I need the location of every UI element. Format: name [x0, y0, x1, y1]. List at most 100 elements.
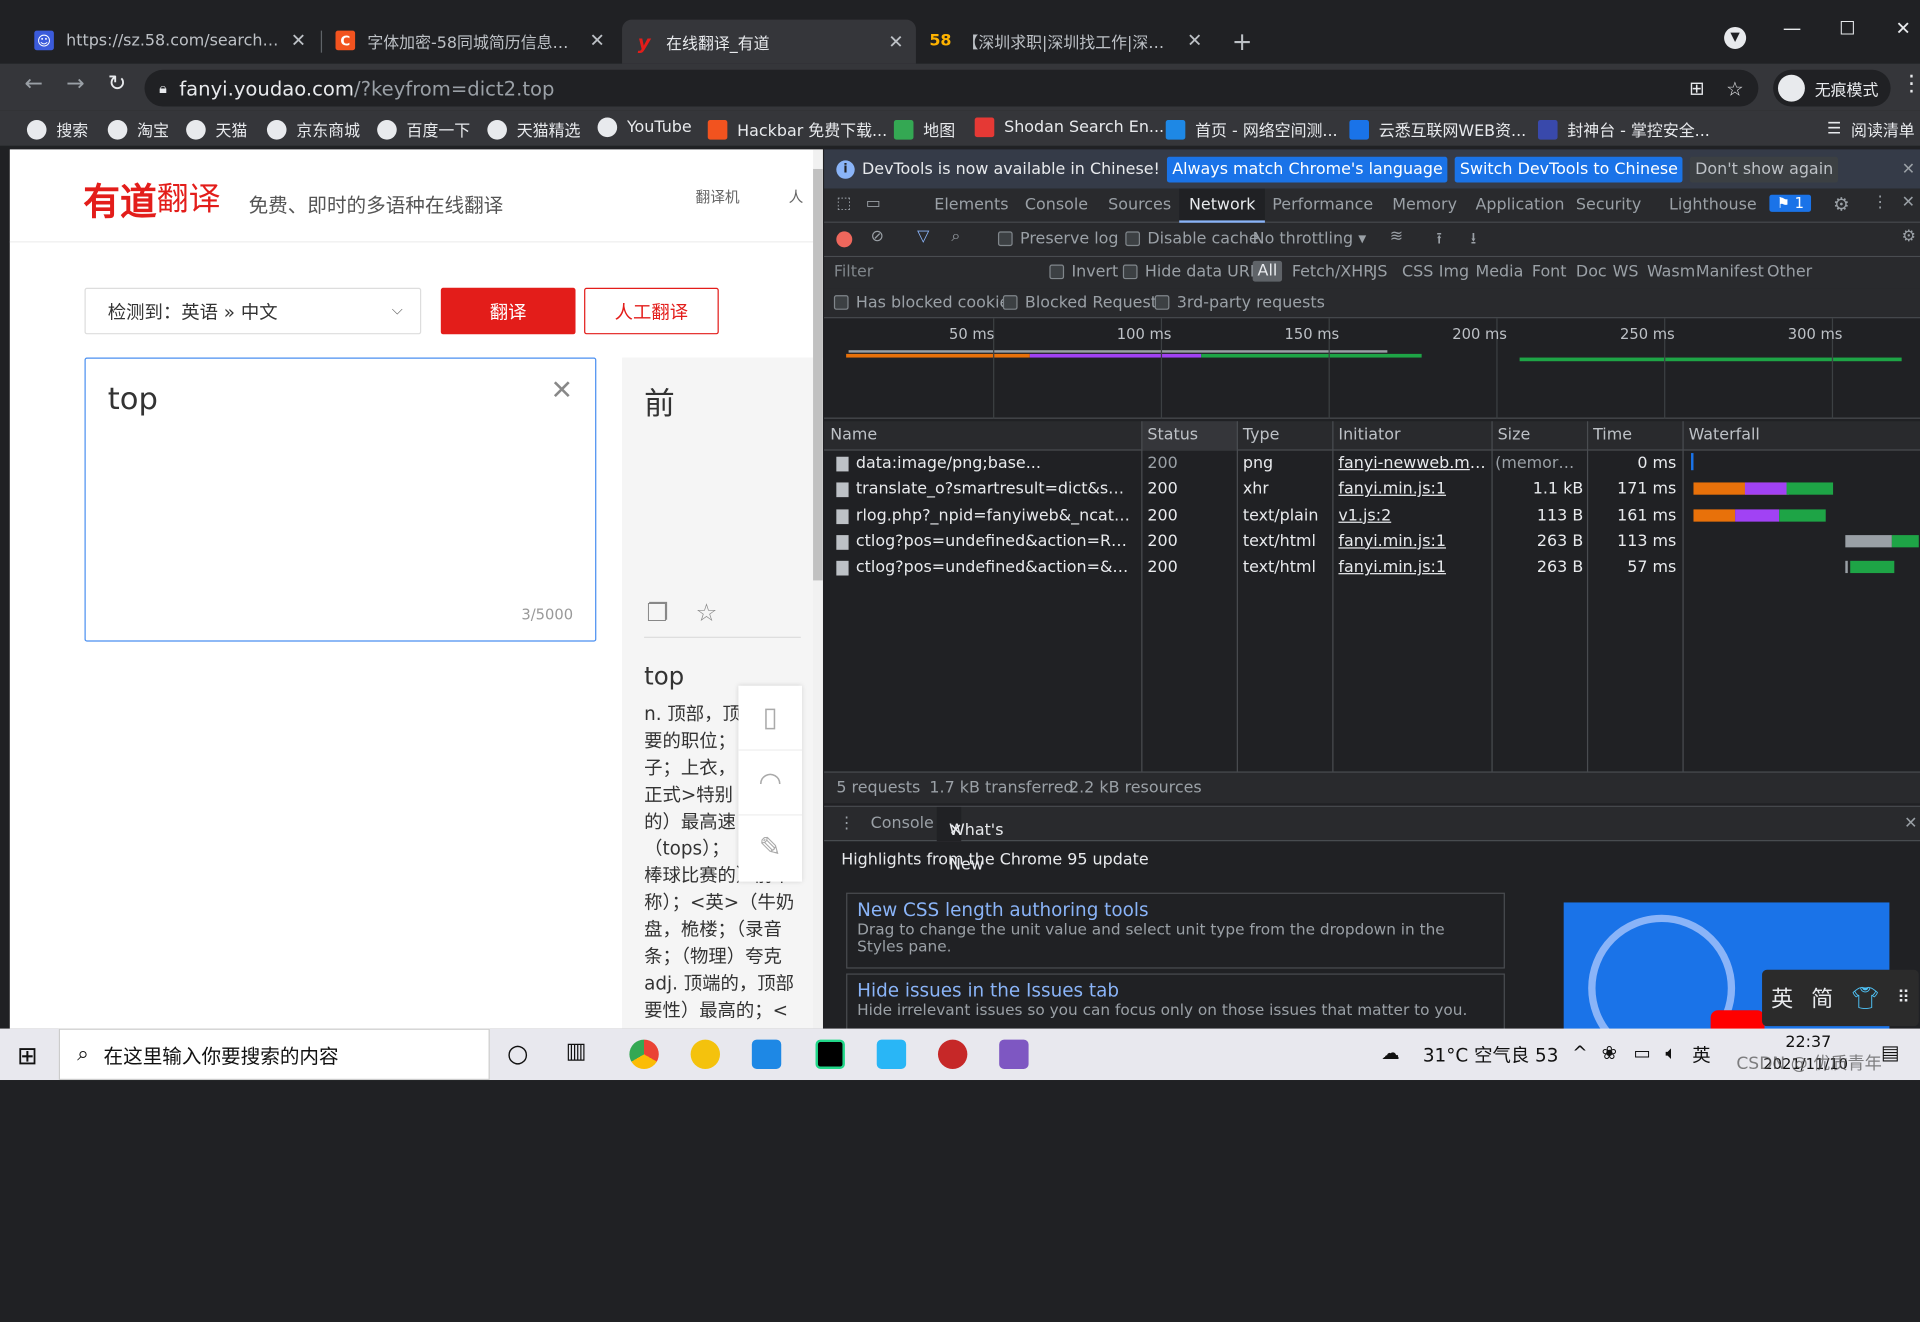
- filter-type-media[interactable]: Media: [1476, 263, 1524, 281]
- ime-shirt-icon[interactable]: 👕︎: [1851, 985, 1879, 1011]
- close-tab-icon[interactable]: ✕: [949, 814, 962, 848]
- weather-text[interactable]: 31°C 空气良 53: [1423, 1042, 1559, 1068]
- request-initiator[interactable]: v1.js:2: [1338, 506, 1487, 524]
- devtools-menu-icon[interactable]: ⋮: [1872, 193, 1888, 211]
- forward-icon[interactable]: →: [66, 71, 84, 97]
- devtools-tab-lighthouse[interactable]: Lighthouse: [1659, 189, 1766, 223]
- ime-grid-icon[interactable]: ⠿: [1897, 988, 1910, 1008]
- time[interactable]: 22:37: [1785, 1033, 1831, 1051]
- filter-type-css[interactable]: CSS: [1402, 263, 1433, 281]
- page-scrollbar[interactable]: [813, 149, 823, 1029]
- filter-type-img[interactable]: Img: [1439, 263, 1469, 281]
- cortana-icon[interactable]: ○: [507, 1038, 528, 1067]
- minimize-icon[interactable]: —: [1783, 17, 1801, 39]
- filter-type-other[interactable]: Other: [1767, 263, 1812, 281]
- column-header-time[interactable]: Time: [1593, 426, 1632, 444]
- import-har-icon[interactable]: ⭱: [1436, 228, 1442, 255]
- incognito-badge[interactable]: 无痕模式: [1773, 69, 1891, 107]
- bookmark-item[interactable]: 地图: [893, 118, 955, 141]
- feature-title[interactable]: Hide issues in the Issues tab: [857, 980, 1494, 1002]
- reload-icon[interactable]: ↻: [108, 71, 126, 97]
- menu-kebab-icon[interactable]: ⋮: [1900, 71, 1920, 97]
- devtools-tab-application[interactable]: Application: [1466, 189, 1575, 223]
- nav-more[interactable]: 人: [789, 186, 804, 207]
- filter-icon[interactable]: ▽: [917, 228, 929, 246]
- settings-gear-icon[interactable]: ⚙: [1833, 193, 1849, 215]
- feedback-icon[interactable]: ◠: [738, 751, 803, 816]
- vscode-icon[interactable]: [751, 1039, 782, 1069]
- feature-card[interactable]: New CSS length authoring tools Drag to c…: [846, 892, 1505, 969]
- request-initiator[interactable]: fanyi.min.js:1: [1338, 559, 1487, 577]
- request-name[interactable]: ctlog?pos=undefined&action=&sentenc...: [856, 559, 1135, 577]
- maximize-icon[interactable]: ☐: [1839, 17, 1855, 39]
- battery-icon[interactable]: ▭: [1633, 1042, 1650, 1064]
- devtools-tab-memory[interactable]: Memory: [1382, 189, 1466, 223]
- close-window-icon[interactable]: ✕: [1896, 17, 1911, 39]
- bookmark-item[interactable]: Hackbar 免费下载...: [707, 118, 887, 141]
- filter-type-js[interactable]: JS: [1373, 263, 1388, 281]
- tab-search-icon[interactable]: ▼: [1724, 26, 1747, 49]
- app-gear-icon[interactable]: [937, 1039, 968, 1069]
- tab-58-search[interactable]: ☺ https://sz.58.com/searchjob_ ✕: [22, 21, 318, 60]
- feature-title[interactable]: New CSS length authoring tools: [857, 899, 1494, 921]
- language-select[interactable]: 检测到：英语 » 中文 ⌵: [84, 287, 422, 335]
- devtools-tab-performance[interactable]: Performance: [1262, 189, 1382, 223]
- table-row[interactable]: data:image/png;base... 200 png fanyi-newweb…: [824, 451, 1920, 477]
- reading-list[interactable]: ☰ 阅读清单: [1827, 118, 1915, 141]
- column-header-status[interactable]: Status: [1142, 421, 1238, 451]
- network-conditions-icon[interactable]: ≋: [1390, 228, 1403, 246]
- column-header-type[interactable]: Type: [1243, 426, 1280, 444]
- app-window-icon[interactable]: [876, 1039, 907, 1069]
- filter-type-fetchxhr[interactable]: Fetch/XHR: [1292, 263, 1374, 281]
- youdao-logo[interactable]: 有道: [83, 171, 156, 225]
- throttling-select[interactable]: No throttling ▾: [1253, 230, 1367, 248]
- inspect-icon[interactable]: ⬚: [836, 195, 851, 213]
- request-initiator[interactable]: fanyi-newweb.min.css: [1338, 454, 1487, 472]
- volume-icon[interactable]: 🔈︎: [1665, 1042, 1676, 1064]
- tray-app-icon[interactable]: ❀: [1602, 1042, 1617, 1064]
- filter-type-ws[interactable]: WS: [1613, 263, 1639, 281]
- clear-icon[interactable]: ✕: [550, 376, 573, 407]
- windows-start-icon[interactable]: ⊞: [17, 1041, 38, 1070]
- devtools-tab-security[interactable]: Security: [1566, 189, 1651, 223]
- preserve-log-checkbox[interactable]: Preserve log: [997, 230, 1119, 249]
- column-header-size[interactable]: Size: [1498, 426, 1531, 444]
- back-icon[interactable]: ←: [24, 71, 42, 97]
- export-har-icon[interactable]: ⭳: [1471, 228, 1477, 255]
- scrollbar-thumb[interactable]: [813, 168, 823, 581]
- table-row[interactable]: translate_o?smartresult=dict&smartresul.…: [824, 477, 1920, 503]
- match-language-button[interactable]: Always match Chrome's language: [1167, 156, 1448, 182]
- close-devtools-icon[interactable]: ✕: [1902, 193, 1915, 211]
- column-header-name[interactable]: Name: [830, 426, 877, 444]
- translate-page-icon[interactable]: ⊞: [1689, 77, 1704, 99]
- close-infobar-icon[interactable]: ✕: [1902, 160, 1915, 178]
- filter-type-manifest[interactable]: Manifest: [1696, 263, 1764, 281]
- pycharm-icon[interactable]: [815, 1039, 845, 1069]
- close-tab-icon[interactable]: ✕: [590, 29, 605, 51]
- tab-58-jobs[interactable]: 58 【深圳求职|深圳找工作|深圳求职 ✕: [918, 21, 1214, 60]
- blocked-cookies-checkbox[interactable]: Has blocked cookies: [833, 294, 1018, 312]
- source-input[interactable]: top ✕ 3/5000: [84, 357, 597, 642]
- bookmark-item[interactable]: 淘宝: [107, 118, 169, 141]
- task-view-icon[interactable]: ▥: [566, 1038, 587, 1064]
- third-party-checkbox[interactable]: 3rd-party requests: [1154, 294, 1325, 312]
- column-header-waterfall[interactable]: Waterfall: [1689, 426, 1760, 444]
- filter-type-font[interactable]: Font: [1532, 263, 1567, 281]
- filter-type-wasm[interactable]: Wasm: [1647, 263, 1695, 281]
- favorite-star-icon[interactable]: ☆: [696, 598, 718, 627]
- human-translate-button[interactable]: 人工翻译: [584, 287, 719, 335]
- bookmark-item[interactable]: Shodan Search En...: [974, 117, 1164, 138]
- devtools-tab-network[interactable]: Network: [1179, 188, 1266, 223]
- timeline-overview[interactable]: 50 ms 100 ms 150 ms 200 ms 250 ms 300 ms: [824, 318, 1920, 419]
- request-name[interactable]: ctlog?pos=undefined&action=RESULT_...: [856, 533, 1135, 551]
- mobile-icon[interactable]: ▯: [738, 686, 803, 751]
- ime-simplified[interactable]: 简: [1811, 982, 1833, 1014]
- table-row[interactable]: rlog.php?_npid=fanyiweb&_ncat=event... 20…: [824, 503, 1920, 529]
- edit-icon[interactable]: ✎: [738, 816, 802, 881]
- issues-badge[interactable]: ⚑ 1: [1769, 194, 1812, 212]
- request-name[interactable]: rlog.php?_npid=fanyiweb&_ncat=event...: [856, 506, 1135, 524]
- switch-chinese-button[interactable]: Switch DevTools to Chinese: [1454, 156, 1683, 182]
- close-tab-icon[interactable]: ✕: [888, 31, 903, 53]
- address-bar[interactable]: 🔒︎ fanyi.youdao.com/?keyfrom=dict2.top ⊞…: [144, 69, 1759, 107]
- visual-studio-icon[interactable]: [999, 1039, 1029, 1069]
